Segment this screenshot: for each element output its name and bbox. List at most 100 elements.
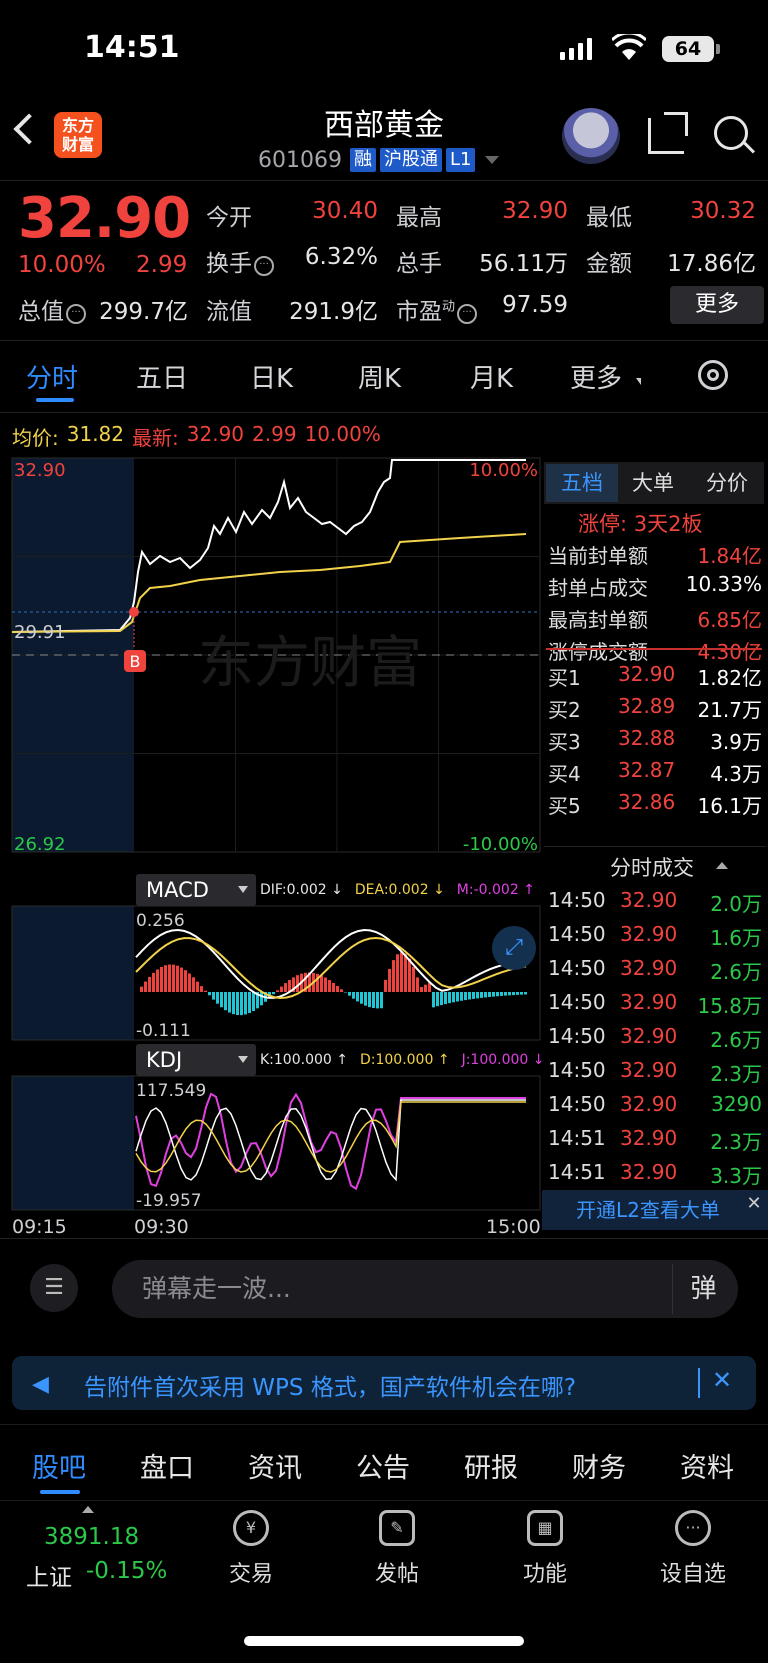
bid-volume: 1.82亿 bbox=[697, 666, 762, 690]
divider bbox=[0, 1424, 768, 1425]
macd-dea: DEA:0.002 ↓ bbox=[354, 882, 445, 898]
info-icon[interactable]: ··· bbox=[66, 304, 86, 324]
bid-price: 32.87 bbox=[618, 758, 676, 782]
macd-bar bbox=[280, 986, 283, 992]
macd-bar bbox=[200, 986, 203, 992]
danmaku-send-button[interactable]: 弹 bbox=[672, 1264, 734, 1314]
tab-profile[interactable]: 资料 bbox=[680, 1446, 734, 1485]
macd-bar bbox=[244, 992, 247, 1015]
nav-trade[interactable]: ¥ 交易 bbox=[206, 1510, 296, 1588]
macd-bar bbox=[240, 992, 243, 1016]
turnover-value: 6.32% bbox=[304, 244, 378, 270]
kdj-j: J:100.000 ↓ bbox=[461, 1052, 545, 1068]
nav-add-watchlist[interactable]: ··· 设自选 bbox=[648, 1510, 738, 1588]
stat-label: 最高封单额 bbox=[548, 608, 648, 632]
tick-volume: 3.3万 bbox=[710, 1164, 762, 1188]
bid-price: 32.86 bbox=[618, 790, 676, 814]
macd-bar bbox=[408, 958, 411, 992]
status-time: 14:51 bbox=[84, 30, 180, 65]
macd-bar bbox=[440, 992, 443, 1006]
yen-icon: ¥ bbox=[233, 1510, 269, 1546]
y-label-top: 32.90 bbox=[14, 460, 66, 481]
tab-financials[interactable]: 财务 bbox=[572, 1446, 626, 1485]
macd-bar bbox=[164, 965, 167, 992]
tab-intraday[interactable]: 分时 bbox=[26, 358, 78, 395]
nav-functions[interactable]: ▦ 功能 bbox=[500, 1510, 590, 1588]
tab-forum[interactable]: 股吧 bbox=[32, 1446, 86, 1485]
tab-news[interactable]: 资讯 bbox=[248, 1446, 302, 1485]
tab-big-orders[interactable]: 大单 bbox=[632, 464, 674, 502]
macd-bar bbox=[516, 992, 519, 995]
tab-research[interactable]: 研报 bbox=[464, 1446, 518, 1485]
buy-marker-label: B bbox=[130, 652, 141, 671]
l2-upgrade-banner[interactable]: 开通L2查看大单 bbox=[542, 1190, 768, 1230]
more-button[interactable]: 更多 bbox=[670, 286, 764, 324]
y-label-mid: 29.91 bbox=[14, 622, 66, 643]
bid-level-label: 买1 bbox=[548, 666, 581, 690]
stat-label: 封单占成交 bbox=[548, 576, 648, 600]
tab-monthly-k[interactable]: 月K bbox=[470, 358, 513, 395]
tab-order-book[interactable]: 盘口 bbox=[140, 1446, 194, 1485]
macd-bar bbox=[160, 966, 163, 992]
close-icon[interactable]: ✕ bbox=[712, 1366, 732, 1394]
tick-volume: 2.6万 bbox=[710, 960, 762, 984]
index-name[interactable]: 上证 bbox=[26, 1558, 72, 1592]
expand-icon[interactable]: ⤢ bbox=[492, 926, 536, 970]
tick-volume: 3290 bbox=[711, 1092, 762, 1116]
macd-bar bbox=[484, 992, 487, 998]
search-icon[interactable] bbox=[714, 116, 748, 150]
macd-bar bbox=[332, 982, 335, 992]
macd-bar bbox=[500, 992, 503, 996]
connect-tag: 沪股通 bbox=[379, 148, 442, 172]
tick-price: 32.90 bbox=[620, 956, 678, 980]
kdj-y-bottom: -19.957 bbox=[136, 1191, 202, 1211]
low-label: 最低 bbox=[586, 205, 632, 231]
kdj-j-line bbox=[135, 1092, 526, 1191]
macd-bar bbox=[488, 992, 491, 998]
kdj-k: K:100.000 ↑ bbox=[260, 1052, 348, 1068]
macd-bar bbox=[340, 989, 343, 992]
tab-weekly-k[interactable]: 周K bbox=[358, 358, 401, 395]
macd-bar bbox=[192, 977, 195, 992]
macd-bar bbox=[404, 953, 407, 992]
tab-more[interactable]: 更多 bbox=[570, 358, 622, 395]
index-value[interactable]: 3891.18 bbox=[44, 1524, 139, 1550]
close-icon[interactable]: ✕ bbox=[744, 1194, 764, 1214]
macd-bar bbox=[324, 977, 327, 992]
info-icon[interactable]: ··· bbox=[457, 304, 478, 324]
index-change[interactable]: -0.15% bbox=[86, 1558, 167, 1584]
info-icon[interactable]: ··· bbox=[254, 256, 274, 276]
kdj-selector[interactable]: KDJ bbox=[136, 1044, 256, 1076]
stat-value: 1.84亿 bbox=[697, 544, 762, 568]
tab-price-distribution[interactable]: 分价 bbox=[706, 464, 748, 502]
watermark: 东方财富 bbox=[198, 631, 422, 696]
macd-bar bbox=[252, 992, 255, 1012]
macd-bar bbox=[188, 973, 191, 992]
level1-tag: L1 bbox=[445, 148, 476, 172]
stock-code-row[interactable]: 601069 融 沪股通 L1 bbox=[258, 146, 500, 174]
tab-five-day[interactable]: 五日 bbox=[136, 358, 188, 395]
tick-price: 32.90 bbox=[620, 1160, 678, 1184]
macd-bar bbox=[272, 992, 275, 995]
robot-assistant-icon[interactable] bbox=[562, 108, 620, 164]
danmaku-input[interactable]: 弹幕走一波... bbox=[112, 1260, 738, 1318]
macd-bar bbox=[468, 992, 471, 1000]
macd-selector[interactable]: MACD bbox=[136, 874, 256, 906]
macd-bar bbox=[184, 970, 187, 992]
intraday-chart[interactable]: 东方财富 B 32.90 29.91 26.92 10.00% -10.00% 0.256 -0… bbox=[0, 452, 542, 1212]
y-label-bottom: 26.92 bbox=[14, 834, 66, 855]
tab-daily-k[interactable]: 日K bbox=[250, 358, 293, 395]
nav-post[interactable]: ✎ 发帖 bbox=[352, 1510, 442, 1588]
latest-value: 32.90 bbox=[186, 422, 245, 446]
divider bbox=[0, 340, 768, 341]
home-indicator bbox=[244, 1636, 524, 1646]
ticks-header[interactable]: 分时成交 bbox=[610, 852, 694, 882]
tab-five-levels[interactable]: 五档 bbox=[546, 464, 618, 502]
tick-volume: 1.6万 bbox=[710, 926, 762, 950]
macd-bar bbox=[364, 992, 367, 1006]
danmaku-settings-icon[interactable]: ☰ bbox=[30, 1264, 78, 1312]
tick-time: 14:51 bbox=[548, 1126, 606, 1150]
tab-announcements[interactable]: 公告 bbox=[356, 1446, 410, 1485]
notice-text[interactable]: 告附件首次采用 WPS 格式，国产软件机会在哪? bbox=[84, 1368, 576, 1402]
bid-volume: 16.1万 bbox=[697, 794, 762, 818]
